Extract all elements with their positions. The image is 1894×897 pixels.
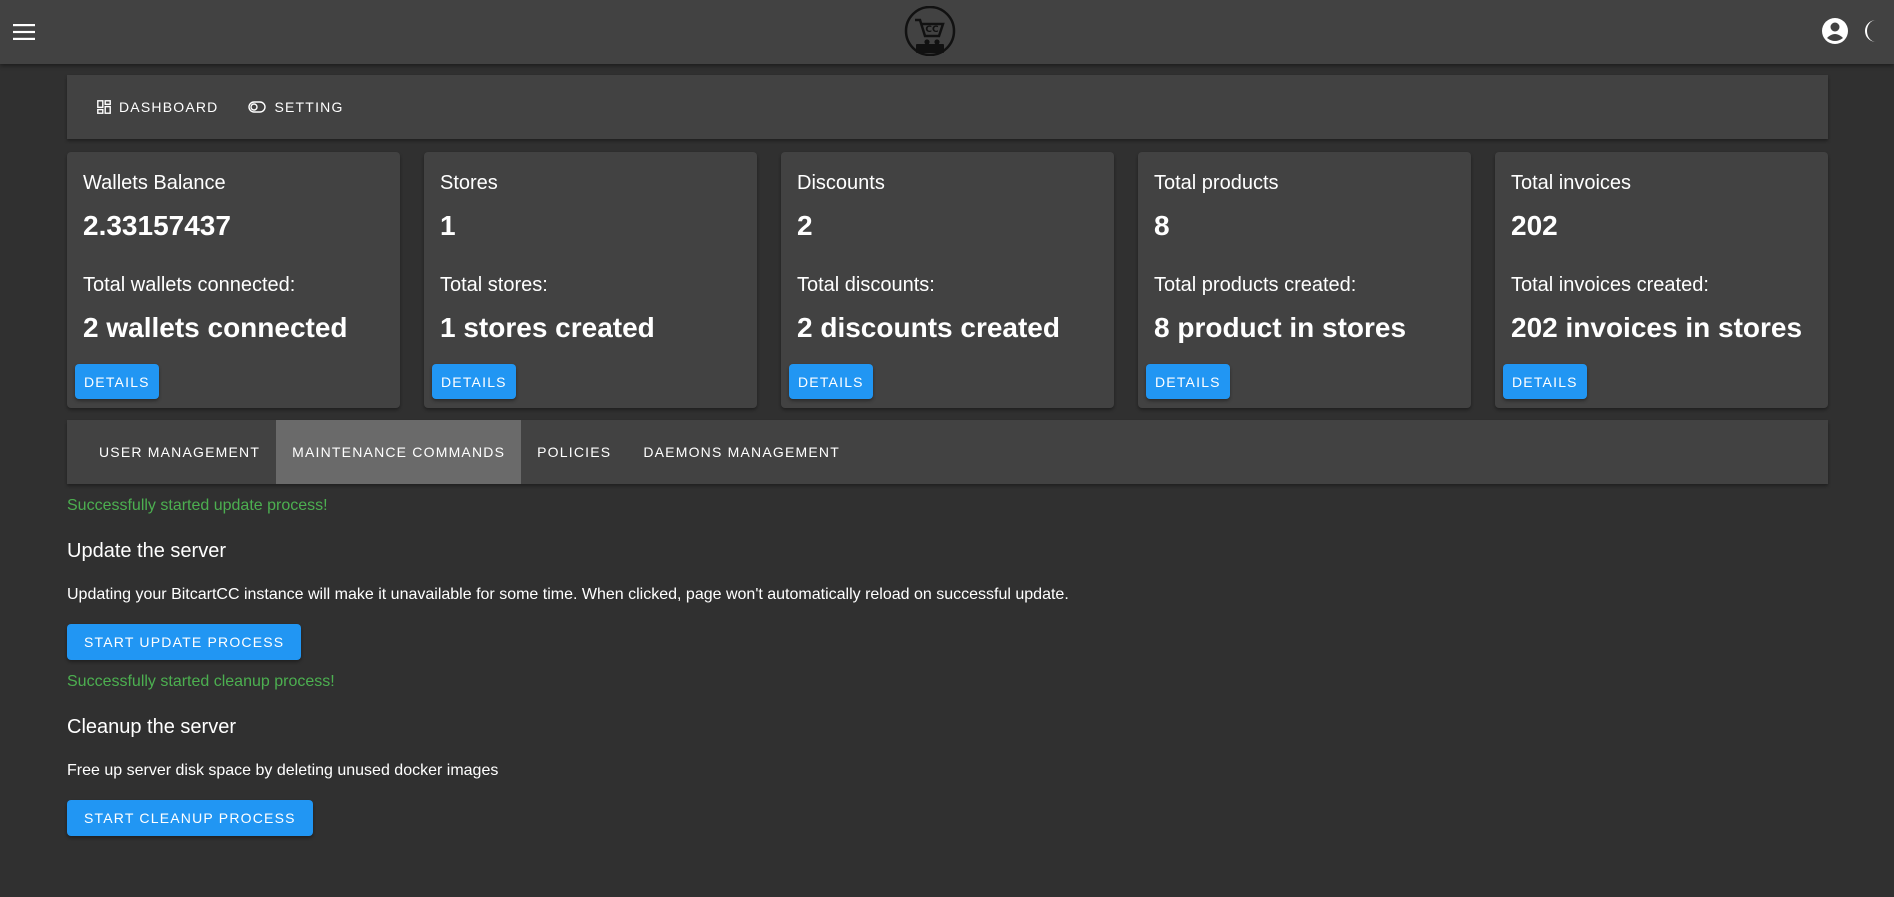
details-button-invoices[interactable]: DETAILS	[1503, 364, 1587, 399]
card-title: Total invoices	[1511, 172, 1632, 194]
card-subtitle: Total products created:	[1154, 274, 1357, 296]
svg-text:CC: CC	[925, 25, 939, 35]
card-subtitle: Total invoices created:	[1511, 274, 1709, 296]
details-button-stores[interactable]: DETAILS	[432, 364, 516, 399]
card-subtitle: Total discounts:	[797, 274, 935, 296]
tab-user-management[interactable]: USER MANAGEMENT	[83, 420, 276, 484]
start-update-button[interactable]: START UPDATE PROCESS	[67, 624, 302, 660]
card-title: Stores	[440, 172, 498, 194]
card-subtitle: Total wallets connected:	[83, 274, 296, 296]
stat-card-stores: Stores 1 Total stores: 1 stores created …	[424, 152, 757, 408]
card-value: 2	[797, 210, 813, 241]
card-subvalue: 1 stores created	[440, 312, 655, 343]
top-app-bar: CC	[0, 0, 1894, 64]
card-title: Discounts	[797, 172, 885, 194]
details-button-wallets[interactable]: DETAILS	[75, 364, 159, 399]
nav-dashboard[interactable]: DASHBOARD	[89, 89, 226, 125]
cleanup-success-message: Successfully started cleanup process!	[67, 673, 335, 690]
toggle-icon	[248, 101, 267, 113]
card-value: 8	[1154, 210, 1170, 241]
account-circle-icon[interactable]	[1820, 16, 1850, 46]
card-title: Total products	[1154, 172, 1279, 194]
tab-policies[interactable]: POLICIES	[521, 420, 627, 484]
update-section-description: Updating your BitcartCC instance will ma…	[67, 586, 1069, 603]
card-value: 1	[440, 210, 456, 241]
card-subvalue: 2 wallets connected	[83, 312, 348, 343]
bitcartcc-logo[interactable]: CC	[903, 5, 957, 57]
nav-dashboard-label: DASHBOARD	[119, 99, 219, 115]
stat-card-invoices: Total invoices 202 Total invoices create…	[1495, 152, 1828, 408]
stat-card-discounts: Discounts 2 Total discounts: 2 discounts…	[781, 152, 1114, 408]
dashboard-nav-bar: DASHBOARD SETTING	[67, 75, 1828, 139]
update-section-title: Update the server	[67, 540, 226, 562]
tab-daemons-management[interactable]: DAEMONS MANAGEMENT	[627, 420, 856, 484]
stat-card-wallets: Wallets Balance 2.33157437 Total wallets…	[67, 152, 400, 408]
cleanup-section-description: Free up server disk space by deleting un…	[67, 762, 499, 779]
card-value: 2.33157437	[83, 210, 231, 241]
nav-setting-label: SETTING	[274, 99, 344, 115]
start-cleanup-button[interactable]: START CLEANUP PROCESS	[67, 800, 313, 836]
update-success-message: Successfully started update process!	[67, 497, 328, 514]
details-button-discounts[interactable]: DETAILS	[789, 364, 873, 399]
moon-icon[interactable]	[1858, 16, 1888, 46]
cleanup-section-title: Cleanup the server	[67, 716, 236, 738]
nav-setting[interactable]: SETTING	[240, 89, 351, 125]
card-value: 202	[1511, 210, 1558, 241]
admin-tabs: USER MANAGEMENT MAINTENANCE COMMANDS POL…	[67, 420, 1828, 484]
card-subtitle: Total stores:	[440, 274, 548, 296]
details-button-products[interactable]: DETAILS	[1146, 364, 1230, 399]
hamburger-menu-icon[interactable]	[6, 14, 42, 50]
card-subvalue: 2 discounts created	[797, 312, 1060, 343]
card-subvalue: 8 product in stores	[1154, 312, 1407, 343]
stat-card-products: Total products 8 Total products created:…	[1138, 152, 1471, 408]
dashboard-icon	[97, 100, 111, 114]
card-subvalue: 202 invoices in stores	[1511, 312, 1803, 343]
tab-maintenance-commands[interactable]: MAINTENANCE COMMANDS	[276, 420, 522, 484]
card-title: Wallets Balance	[83, 172, 226, 194]
